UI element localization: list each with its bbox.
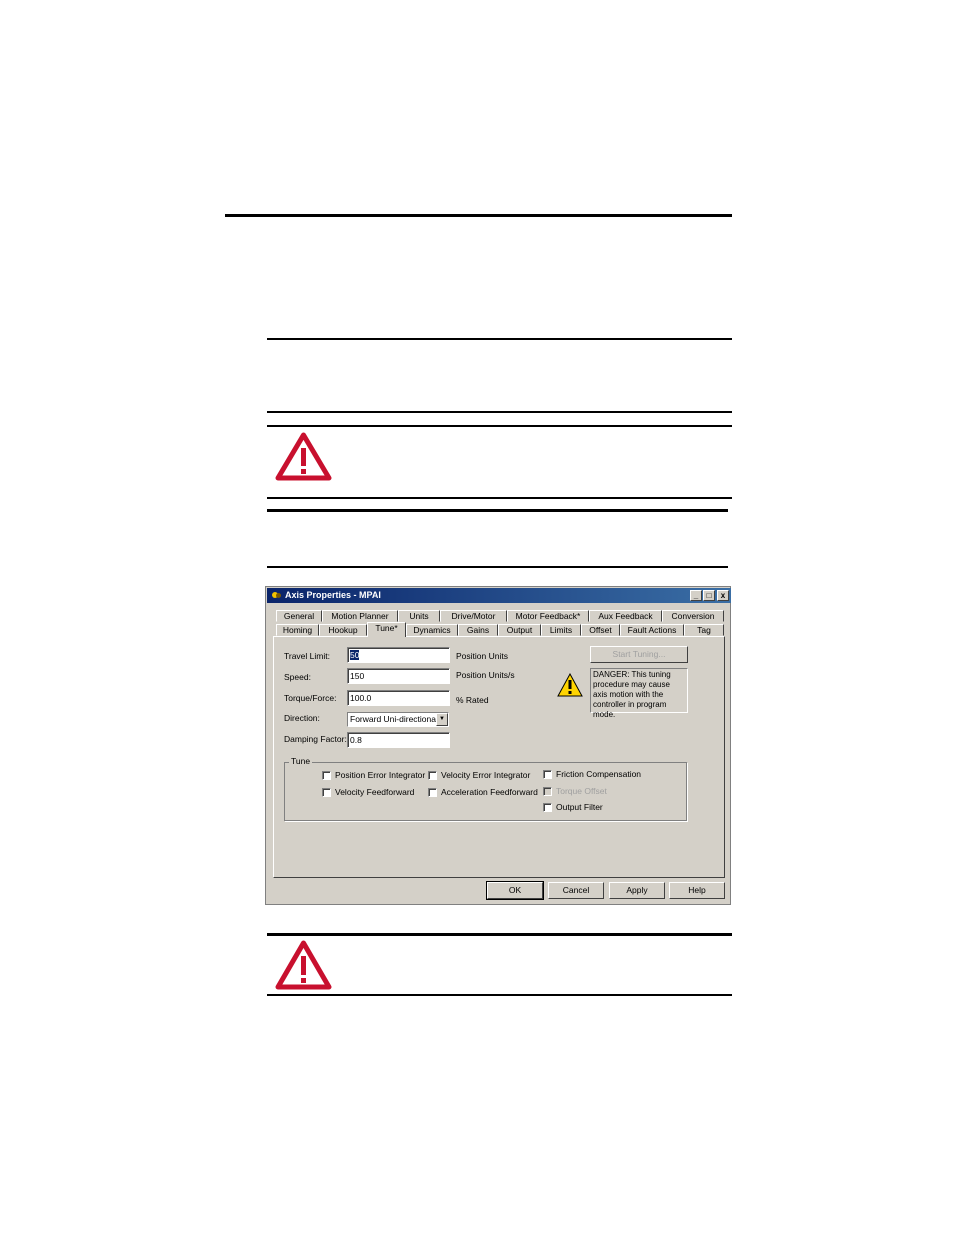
torque-force-unit: % Rated: [456, 695, 489, 705]
damping-factor-value: 0.8: [350, 735, 362, 745]
position-error-integrator-label: Position Error Integrator: [335, 770, 426, 780]
direction-select[interactable]: Forward Uni-directional ▼: [347, 712, 449, 727]
tab-conversion[interactable]: Conversion: [662, 610, 724, 622]
tab-general[interactable]: General: [276, 610, 322, 622]
damping-factor-input[interactable]: 0.8: [347, 732, 450, 748]
app-icon: [272, 592, 281, 598]
cancel-button[interactable]: Cancel: [548, 882, 604, 899]
rule-1: [267, 338, 732, 340]
output-filter-label: Output Filter: [556, 802, 603, 812]
torque-offset-label: Torque Offset: [556, 786, 607, 796]
damping-factor-label: Damping Factor:: [284, 734, 347, 744]
torque-force-value: 100.0: [350, 693, 372, 703]
speed-input[interactable]: 150: [347, 668, 450, 684]
speed-value: 150: [350, 671, 365, 681]
torque-offset-checkbox[interactable]: [543, 787, 552, 796]
dialog-titlebar[interactable]: Axis Properties - MPAI _ □ x: [267, 588, 731, 603]
warning-triangle-icon: [275, 432, 332, 481]
close-button[interactable]: x: [717, 590, 729, 601]
rule-4: [267, 497, 732, 499]
direction-label: Direction:: [284, 713, 320, 723]
travel-limit-value: 50: [350, 650, 360, 660]
speed-unit: Position Units/s: [456, 670, 515, 680]
friction-compensation-label: Friction Compensation: [556, 769, 642, 779]
start-tuning-button[interactable]: Start Tuning...: [590, 646, 688, 663]
rule-8: [267, 994, 732, 996]
rule-2: [267, 411, 732, 413]
tab-output[interactable]: Output: [498, 624, 541, 636]
torque-force-input[interactable]: 100.0: [347, 690, 450, 706]
apply-button[interactable]: Apply: [609, 882, 665, 899]
torque-force-label: Torque/Force:: [284, 693, 337, 703]
rule-7: [267, 933, 732, 936]
travel-limit-label: Travel Limit:: [284, 651, 330, 661]
warning-icon: [557, 673, 583, 697]
velocity-error-integrator-label: Velocity Error Integrator: [441, 770, 531, 780]
velocity-feedforward-checkbox[interactable]: [322, 788, 331, 797]
ok-button[interactable]: OK: [486, 881, 544, 900]
rule-6: [267, 566, 728, 568]
friction-compensation-checkbox[interactable]: [543, 770, 552, 779]
tab-limits[interactable]: Limits: [541, 624, 581, 636]
output-filter-checkbox[interactable]: [543, 803, 552, 812]
dialog-title: Axis Properties - MPAI: [285, 590, 381, 600]
tab-motor-feedback[interactable]: Motor Feedback*: [507, 610, 589, 622]
warning-triangle-icon: [275, 940, 332, 990]
direction-value: Forward Uni-directional: [350, 714, 438, 724]
tab-fault-actions[interactable]: Fault Actions: [620, 624, 684, 636]
tab-aux-feedback[interactable]: Aux Feedback: [589, 610, 662, 622]
tab-gains[interactable]: Gains: [458, 624, 498, 636]
tab-homing[interactable]: Homing: [276, 624, 319, 636]
velocity-error-integrator-checkbox[interactable]: [428, 771, 437, 780]
tab-hookup[interactable]: Hookup: [319, 624, 367, 636]
help-button[interactable]: Help: [669, 882, 725, 899]
travel-limit-unit: Position Units: [456, 651, 508, 661]
chevron-down-icon[interactable]: ▼: [436, 713, 448, 726]
rule-3: [267, 425, 732, 427]
tab-drive-motor[interactable]: Drive/Motor: [440, 610, 507, 622]
tab-motion-planner[interactable]: Motion Planner: [322, 610, 398, 622]
travel-limit-input[interactable]: 50: [347, 647, 450, 663]
tab-dynamics[interactable]: Dynamics: [406, 624, 458, 636]
acceleration-feedforward-label: Acceleration Feedforward: [441, 787, 538, 797]
acceleration-feedforward-checkbox[interactable]: [428, 788, 437, 797]
maximize-button[interactable]: □: [703, 590, 715, 601]
tab-offset[interactable]: Offset: [581, 624, 620, 636]
speed-label: Speed:: [284, 672, 311, 682]
velocity-feedforward-label: Velocity Feedforward: [335, 787, 415, 797]
tab-tune[interactable]: Tune*: [367, 622, 406, 637]
rule-5: [267, 509, 728, 512]
danger-message: DANGER: This tuning procedure may cause …: [590, 668, 688, 719]
minimize-button[interactable]: _: [690, 590, 702, 601]
position-error-integrator-checkbox[interactable]: [322, 771, 331, 780]
tune-group-title: Tune: [289, 756, 313, 766]
tab-units[interactable]: Units: [398, 610, 440, 622]
tab-tag[interactable]: Tag: [684, 624, 724, 636]
section-rule-top: [225, 214, 732, 217]
